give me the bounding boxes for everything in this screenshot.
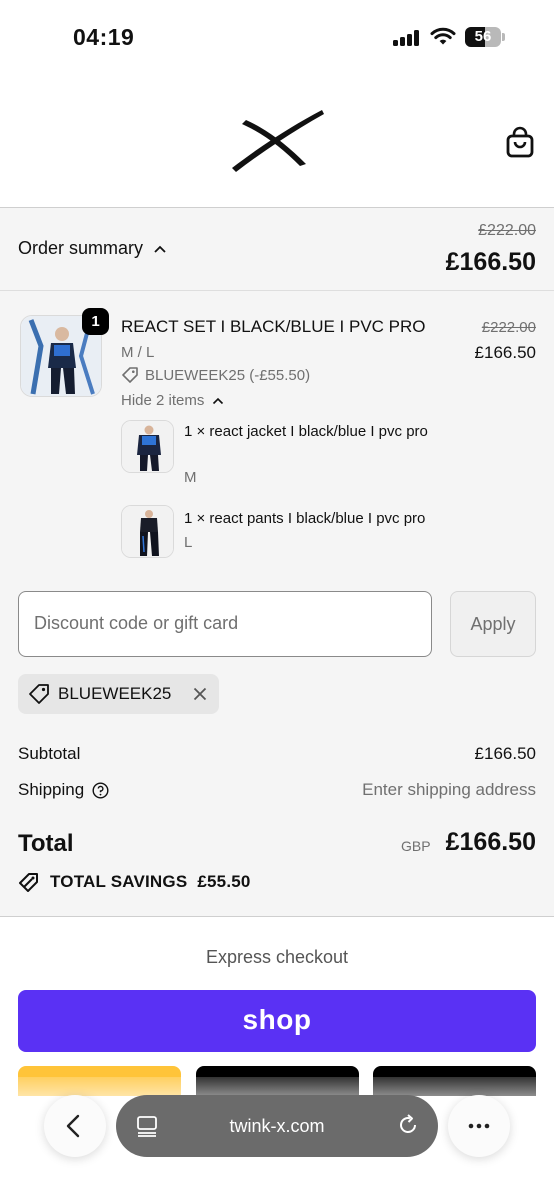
apply-button[interactable]: Apply (450, 591, 536, 657)
order-details: 1 REACT SET I BLACK/BLUE I PVC PRO M / L… (0, 291, 554, 917)
tag-icon (19, 873, 38, 892)
more-button[interactable] (448, 1095, 510, 1157)
summary-price: £166.50 (445, 248, 536, 276)
chevron-left-icon (66, 1114, 80, 1138)
url-text: twink-x.com (229, 1116, 325, 1136)
total-label: Total (18, 830, 74, 857)
store-header (0, 76, 554, 208)
wifi-icon (430, 27, 456, 45)
status-bar: 04:19 56 (0, 0, 554, 76)
pants-size: L (184, 534, 193, 551)
product-discount: BLUEWEEK25 (-£55.50) (121, 366, 310, 384)
shipping-row: Shipping (18, 780, 109, 800)
express-checkout-label: Express checkout (205, 947, 349, 967)
battery-level: 56 (474, 28, 492, 45)
total-savings-label: TOTAL SAVINGS (50, 872, 188, 891)
jacket-name: 1 × react jacket I black/blue I pvc pro (184, 423, 428, 440)
chevron-up-icon (154, 245, 166, 253)
subtotal-value: £166.50 (474, 744, 536, 763)
total-currency: GBP (401, 838, 431, 854)
shipping-value: Enter shipping address (362, 780, 536, 799)
pants-thumbnail (121, 505, 174, 558)
more-icon (468, 1123, 490, 1129)
subtotal-label: Subtotal (18, 744, 81, 763)
back-button[interactable] (44, 1095, 106, 1157)
product-price: £166.50 (474, 343, 536, 362)
shop-pay-button[interactable]: shop (18, 990, 536, 1052)
summary-original-price: £222.00 (478, 222, 536, 239)
product-discount-text: BLUEWEEK25 (-£55.50) (145, 366, 311, 384)
applied-discount-code: BLUEWEEK25 (58, 684, 172, 703)
total-savings: TOTAL SAVINGS £55.50 (18, 871, 251, 893)
chevron-up-icon (213, 397, 224, 404)
tag-icon (122, 367, 138, 383)
jacket-image (122, 421, 173, 472)
shipping-label: Shipping (18, 780, 85, 799)
order-summary-toggle[interactable]: Order summary (18, 238, 167, 259)
hide-items-label: Hide 2 items (121, 392, 205, 409)
shopping-bag-icon[interactable] (505, 126, 535, 158)
jacket-thumbnail (121, 420, 174, 473)
hide-items-toggle[interactable]: Hide 2 items (121, 392, 224, 409)
battery-icon: 56 (465, 27, 505, 47)
discount-code-input[interactable]: Discount code or gift card (18, 591, 432, 657)
order-summary-bar[interactable]: Order summary £222.00 £166.50 (0, 207, 554, 291)
total-savings-value: £55.50 (197, 872, 251, 891)
reload-icon[interactable] (396, 1113, 420, 1137)
product-original-price: £222.00 (481, 319, 536, 336)
total-value: £166.50 (445, 828, 536, 856)
product-title: REACT SET I BLACK/BLUE I PVC PRO (121, 317, 426, 336)
cellular-signal-icon (393, 30, 421, 46)
quantity-badge: 1 (82, 308, 109, 335)
status-time: 04:19 (73, 24, 135, 50)
pants-name: 1 × react pants I black/blue I pvc pro (184, 510, 426, 527)
help-icon[interactable] (92, 781, 109, 799)
address-bar[interactable]: twink-x.com (116, 1095, 438, 1157)
jacket-size: M (184, 469, 197, 486)
pants-image (122, 506, 173, 557)
order-summary-label: Order summary (18, 238, 144, 258)
applied-discount-chip: BLUEWEEK25 (18, 674, 220, 714)
product-variant: M / L (121, 344, 155, 361)
x-logo[interactable] (228, 106, 326, 172)
remove-discount-icon[interactable] (193, 687, 207, 701)
tag-icon (29, 684, 49, 704)
